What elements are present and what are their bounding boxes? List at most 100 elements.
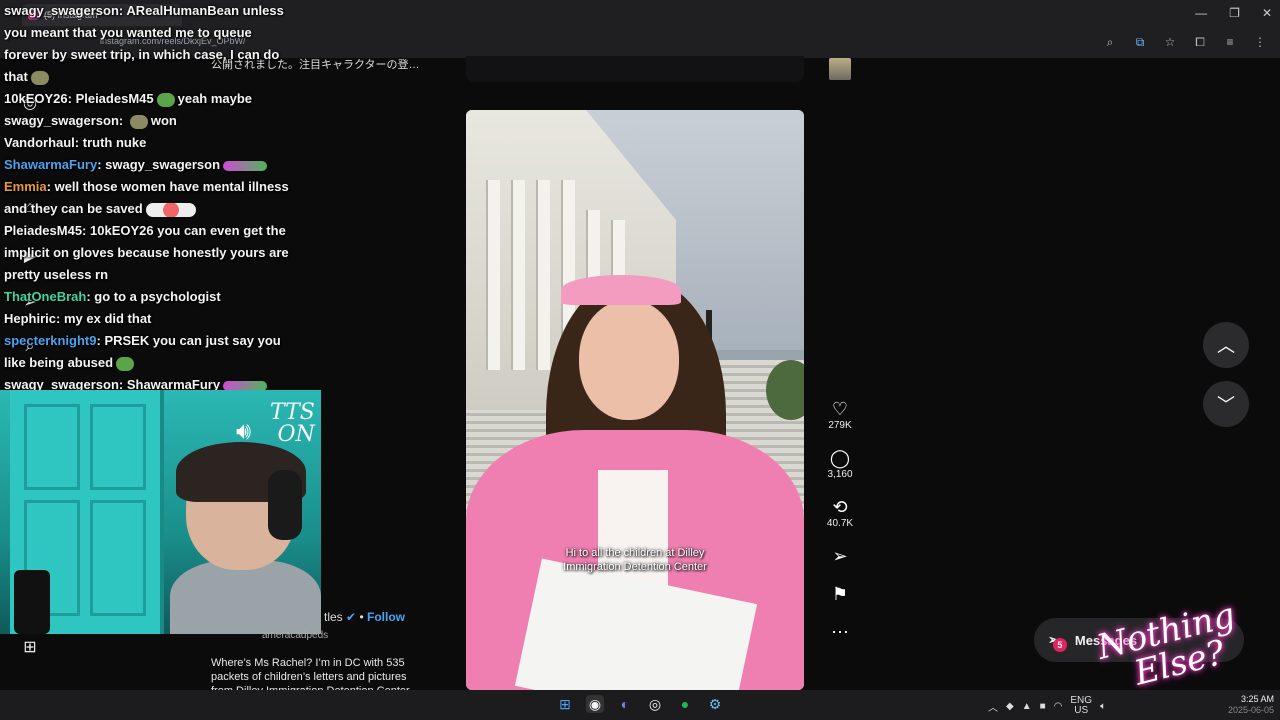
video-subtitle: Hi to all the children at Dilley Immigra… xyxy=(563,547,707,573)
minimize-button[interactable]: — xyxy=(1195,6,1207,20)
previous-post-card xyxy=(466,56,804,82)
tray-wifi-icon[interactable]: ◠ xyxy=(1054,701,1063,712)
windows-start-icon[interactable]: ⊞ xyxy=(556,695,574,713)
obs-icon[interactable]: ◎ xyxy=(646,695,664,713)
webcam-feed: 🔊︎ TTS ON xyxy=(0,390,321,634)
chat-text-after: yeah maybe xyxy=(177,91,253,106)
post-author-row: tles ✔ • Follow xyxy=(324,610,405,624)
tray-shield-icon[interactable]: ▲ xyxy=(1022,701,1032,712)
chat-colon: : xyxy=(97,157,106,172)
taskbar-apps: ⊞ ◉ ◐ ◎ ● ⚙ xyxy=(556,695,724,713)
steam-icon[interactable]: ⚙ xyxy=(706,695,724,713)
chat-username[interactable]: Emmia xyxy=(4,179,47,194)
chat-text: swagy_swagerson xyxy=(105,157,221,172)
chat-message: swagy_swagerson: won xyxy=(4,110,294,132)
chat-message: ThatOneBrah: go to a psychologist xyxy=(4,286,294,308)
extension-active-icon[interactable]: ⧉ xyxy=(1132,35,1148,50)
woman-face xyxy=(579,300,679,420)
rock-emote-icon xyxy=(129,114,148,129)
next-reel-button[interactable]: ﹀ xyxy=(1203,381,1249,427)
chat-message: PleiadesM45: 10kEOY26 you can even get t… xyxy=(4,220,294,286)
messages-badge: 5 xyxy=(1052,638,1067,652)
tray-app-icon[interactable]: ◆ xyxy=(1006,701,1014,712)
share-action[interactable]: ➢ xyxy=(822,545,858,567)
media-icon[interactable]: ≡ xyxy=(1222,35,1238,50)
extensions-icon[interactable]: ⧠ xyxy=(1192,35,1208,50)
chat-colon: : xyxy=(82,223,90,238)
chat-colon: : xyxy=(56,311,64,326)
like-action[interactable]: ♡ 279K xyxy=(822,398,858,431)
wing-emote-icon xyxy=(145,202,196,217)
chat-message: Emmia: well those women have mental illn… xyxy=(4,176,294,220)
zoom-icon[interactable]: ⌕ xyxy=(1102,35,1118,50)
repost-icon[interactable]: ⟲ xyxy=(822,496,858,518)
author-handle[interactable]: ameracadpeds xyxy=(262,630,328,641)
pink-headband xyxy=(561,275,681,305)
chat-text: go to a psychologist xyxy=(94,289,221,304)
window-controls: — ❐ ✕ xyxy=(1195,6,1272,20)
pepe-emote-icon xyxy=(116,356,135,371)
restore-button[interactable]: ❐ xyxy=(1229,6,1240,20)
chat-username[interactable]: specterknight9 xyxy=(4,333,96,348)
chat-username[interactable]: swagy_swagerson xyxy=(4,3,119,18)
more-apps-icon[interactable]: ⊞ xyxy=(20,637,40,657)
reel-video[interactable]: Hi to all the children at Dilley Immigra… xyxy=(466,110,804,690)
chevron-up-icon: ︿ xyxy=(1217,336,1235,356)
chat-username[interactable]: PleiadesM45 xyxy=(4,223,82,238)
volume-icon[interactable]: 🔈︎ xyxy=(1100,701,1106,712)
follow-button[interactable]: Follow xyxy=(367,610,405,624)
comment-action[interactable]: ◯ 3,160 xyxy=(822,447,858,480)
bookmark-icon[interactable]: ⚑ xyxy=(822,583,858,605)
chat-username[interactable]: Hephiric xyxy=(4,311,56,326)
save-action[interactable]: ⚑ xyxy=(822,583,858,605)
tray-chevron-icon[interactable]: ︿ xyxy=(988,699,998,714)
time: 3:25 AM xyxy=(1241,694,1275,704)
chat-username[interactable]: Vandorhaul xyxy=(4,135,75,150)
chat-username[interactable]: ThatOneBrah xyxy=(4,289,86,304)
more-action[interactable]: ⋯ xyxy=(822,621,858,643)
like-count: 279K xyxy=(828,420,852,431)
rock-emote-icon xyxy=(30,70,49,85)
reel-actions: ♡ 279K ◯ 3,160 ⟲ 40.7K ➢ ⚑ ⋯ xyxy=(822,398,858,659)
chat-colon: : xyxy=(46,179,55,194)
previous-reel-button[interactable]: ︿ xyxy=(1203,322,1249,368)
car-emote-icon xyxy=(223,160,268,171)
tts-indicator: TTS ON xyxy=(270,400,315,447)
neon-logo-overlay: Nothing Else? xyxy=(1093,595,1239,694)
chevron-down-icon: ﹀ xyxy=(1217,395,1235,415)
chrome-icon[interactable]: ◉ xyxy=(586,695,604,713)
system-tray: ︿ ◆ ▲ ■ ◠ ENG US 🔈︎ xyxy=(988,696,1106,716)
chat-message: Vandorhaul: truth nuke xyxy=(4,132,294,154)
discord-icon[interactable]: ◐ xyxy=(616,695,634,713)
comment-icon[interactable]: ◯ xyxy=(822,447,858,469)
chat-message: Hephiric: my ex did that xyxy=(4,308,294,330)
bookmark-star-icon[interactable]: ☆ xyxy=(1162,35,1178,50)
chat-username[interactable]: ShawarmaFury xyxy=(4,157,97,172)
chat-text: my ex did that xyxy=(63,311,152,326)
tray-misc-icon[interactable]: ■ xyxy=(1040,701,1046,712)
browser-toolbar: ⌕ ⧉ ☆ ⧠ ≡ ⋮ xyxy=(1102,35,1268,50)
chat-text: PleiadesM45 xyxy=(75,91,154,106)
chat-colon: : xyxy=(67,91,76,106)
profile-thumbnail[interactable] xyxy=(829,58,851,80)
microphone xyxy=(14,570,50,634)
verified-badge-icon: ✔ xyxy=(346,610,357,624)
clock[interactable]: 3:25 AM 2025-06-05 xyxy=(1228,694,1274,716)
stream-chat-overlay: swagy_swagerson: ARealHumanBean unless y… xyxy=(4,0,294,396)
repost-count: 40.7K xyxy=(826,518,854,529)
chat-colon: : xyxy=(118,113,127,128)
comment-count: 3,160 xyxy=(827,469,853,480)
language-indicator[interactable]: ENG US xyxy=(1070,696,1092,716)
more-options-icon[interactable]: ⋯ xyxy=(822,621,858,643)
author-name[interactable]: tles xyxy=(324,610,343,624)
repost-action[interactable]: ⟲ 40.7K xyxy=(822,496,858,529)
menu-icon[interactable]: ⋮ xyxy=(1252,35,1268,50)
spotify-icon[interactable]: ● xyxy=(676,695,694,713)
chat-colon: : xyxy=(74,135,83,150)
heart-icon[interactable]: ♡ xyxy=(822,398,858,420)
chat-username[interactable]: 10kEOY26 xyxy=(4,91,68,106)
share-icon[interactable]: ➢ xyxy=(822,545,858,567)
chat-text-after: won xyxy=(150,113,177,128)
chat-username[interactable]: swagy_swagerson xyxy=(4,113,119,128)
close-button[interactable]: ✕ xyxy=(1262,6,1272,20)
